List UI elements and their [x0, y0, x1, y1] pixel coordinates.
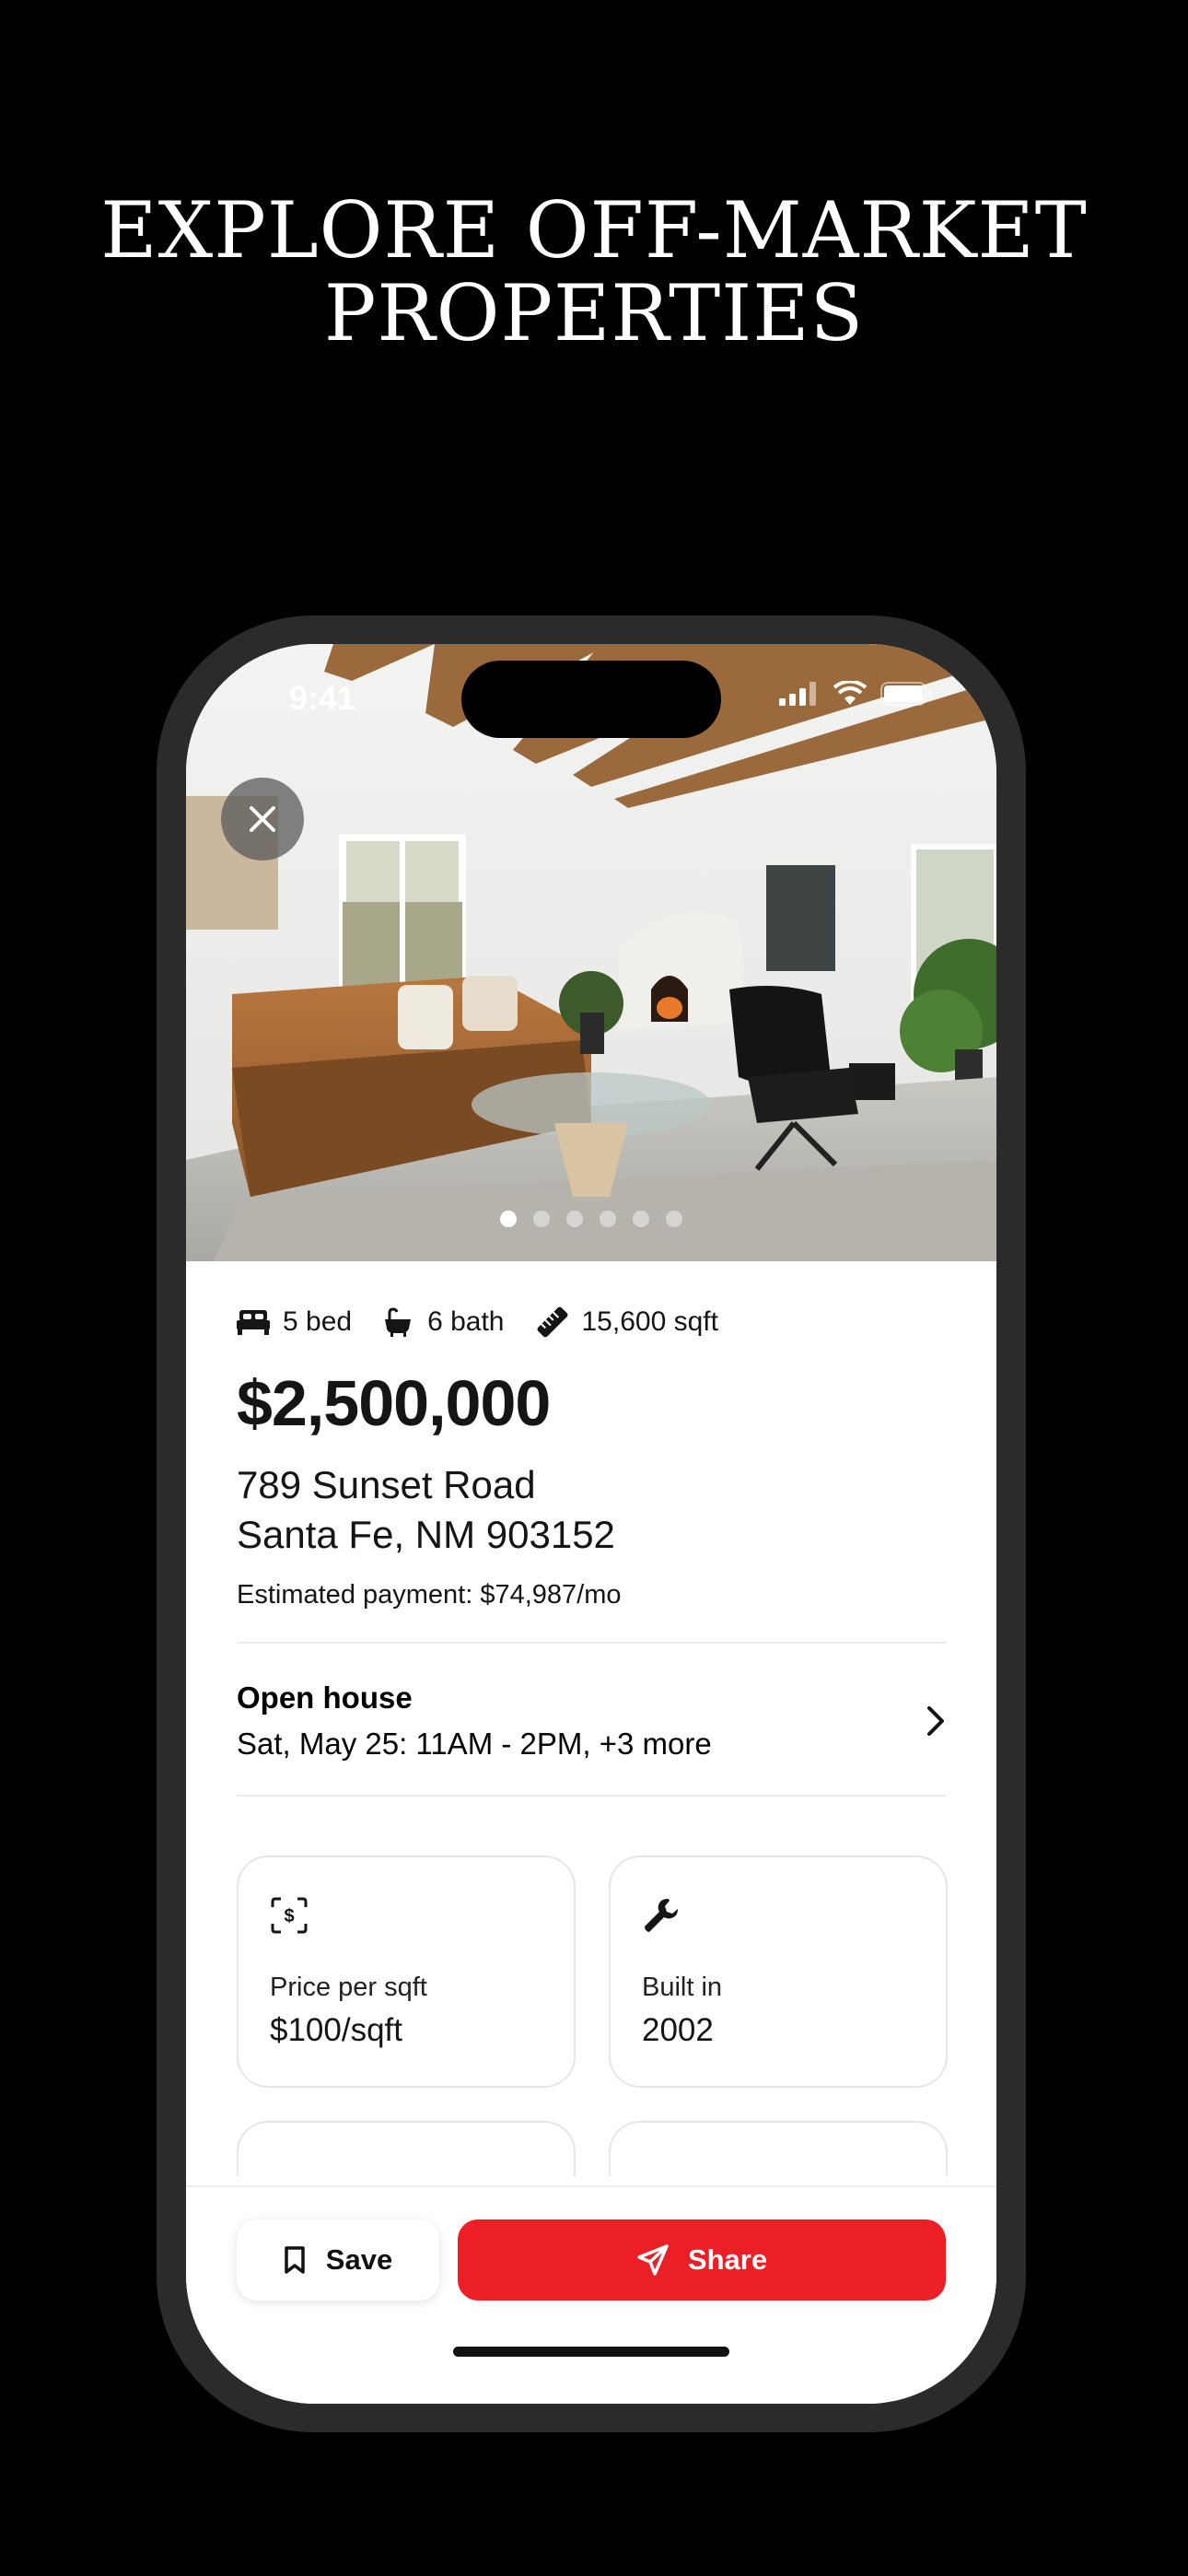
listing-photo[interactable]: 9:41 [186, 644, 996, 1261]
send-icon [637, 2244, 669, 2276]
action-bar: Save Share [186, 2185, 996, 2404]
baths-text: 6 bath [427, 1306, 505, 1337]
ruler-icon [537, 1306, 567, 1338]
share-button[interactable]: Share [458, 2219, 946, 2301]
baths-spec: 6 bath [383, 1306, 505, 1338]
fact-card-partial [237, 2121, 576, 2176]
area-text: 15,600 sqft [581, 1306, 718, 1337]
wifi-icon [833, 681, 868, 705]
open-house-title: Open house [237, 1680, 413, 1715]
marketing-headline: EXPLORE OFF-MARKET PROPERTIES [0, 189, 1188, 355]
share-label: Share [687, 2243, 768, 2276]
phone-frame: 9:41 5 bed 6 bath 15,600 sqft $2,500,000… [157, 615, 1026, 2432]
fact-label: Price per sqft [270, 1973, 427, 2002]
fact-value: $100/sqft [270, 2012, 402, 2048]
status-icons [779, 681, 932, 707]
pagination-dot[interactable] [666, 1211, 682, 1227]
headline-line-2: PROPERTIES [323, 268, 865, 358]
close-icon [250, 806, 275, 832]
open-house-row[interactable]: Open house Sat, May 25: 11AM - 2PM, +3 m… [237, 1644, 946, 1795]
bed-icon [237, 1310, 270, 1335]
dollar-scan-icon: $ [271, 1897, 308, 1934]
divider [237, 1795, 946, 1797]
bookmark-icon [285, 2246, 305, 2274]
pagination-dot[interactable] [533, 1211, 550, 1227]
fact-value: 2002 [642, 2012, 714, 2048]
signal-icon [779, 682, 816, 706]
facts-grid: $ Price per sqft $100/sqft Built in 2002 [237, 1856, 948, 2176]
open-house-section: Open house Sat, May 25: 11AM - 2PM, +3 m… [237, 1642, 946, 1797]
save-label: Save [325, 2243, 393, 2276]
svg-text:$: $ [284, 1906, 294, 1926]
battery-icon [880, 682, 931, 706]
pagination-dot[interactable] [633, 1211, 649, 1227]
listing-specs: 5 bed 6 bath 15,600 sqft [237, 1306, 946, 1339]
area-spec: 15,600 sqft [536, 1306, 718, 1339]
fact-card-price-per-sqft: $ Price per sqft $100/sqft [237, 1856, 576, 2088]
estimated-payment: Estimated payment: $74,987/mo [237, 1580, 622, 1610]
status-time: 9:41 [289, 679, 356, 717]
chevron-right-icon [927, 1706, 944, 1736]
fact-card-built-in: Built in 2002 [609, 1856, 948, 2088]
phone-screen: 9:41 5 bed 6 bath 15,600 sqft $2,500,000… [186, 644, 996, 2404]
pagination-dot[interactable] [600, 1211, 616, 1227]
close-button[interactable] [221, 778, 304, 861]
listing-details: 5 bed 6 bath 15,600 sqft $2,500,000 789 … [237, 1306, 946, 1610]
bathtub-icon [385, 1307, 412, 1337]
address-line-2: Santa Fe, NM 903152 [237, 1513, 615, 1556]
open-house-schedule: Sat, May 25: 11AM - 2PM, +3 more [237, 1727, 712, 1761]
address-line-1: 789 Sunset Road [237, 1463, 536, 1506]
save-button[interactable]: Save [237, 2219, 439, 2301]
fact-card-partial [609, 2121, 948, 2176]
pagination-dot[interactable] [500, 1211, 517, 1227]
photo-pagination[interactable] [186, 1211, 996, 1227]
pagination-dot[interactable] [566, 1211, 583, 1227]
headline-line-1: EXPLORE OFF-MARKET [100, 185, 1088, 275]
wrench-icon [645, 1899, 678, 1932]
beds-spec: 5 bed [237, 1306, 352, 1338]
listing-address: 789 Sunset Road Santa Fe, NM 903152 [237, 1460, 946, 1560]
dynamic-island [461, 661, 721, 738]
beds-text: 5 bed [283, 1306, 353, 1337]
listing-price: $2,500,000 [237, 1367, 551, 1439]
fact-label: Built in [642, 1973, 723, 2002]
home-indicator[interactable] [453, 2347, 729, 2357]
